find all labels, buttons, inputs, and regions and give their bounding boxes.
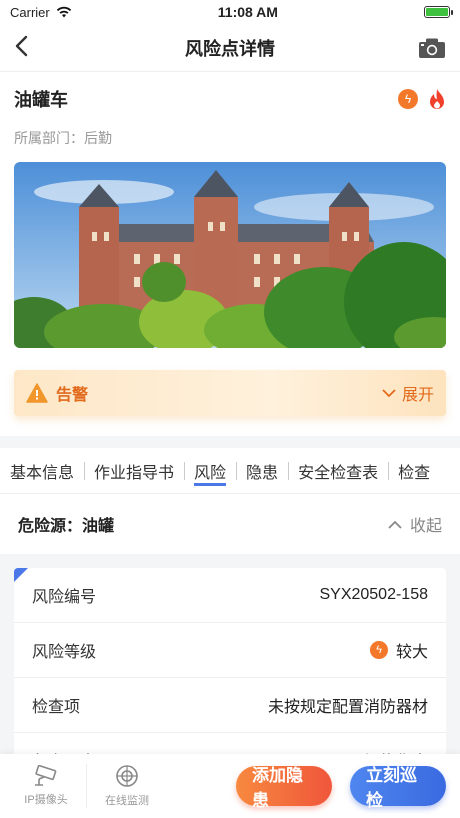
online-monitor-label: 在线监测: [105, 795, 149, 807]
camera-button[interactable]: [416, 37, 446, 59]
hazard-source-row: 危险源：油罐 收起: [0, 494, 460, 554]
tab-label: 安全检查表: [298, 464, 379, 482]
detail-value: 较大: [395, 644, 428, 661]
detail-value-wrap: ϟ 较大: [369, 638, 428, 662]
detail-value: SYX20502-158: [319, 586, 428, 603]
risk-badges: ϟ: [398, 88, 446, 110]
ip-camera-button[interactable]: IP摄像头: [6, 765, 86, 807]
collapse-button[interactable]: 收起: [388, 512, 442, 536]
bolt-icon: ϟ: [369, 641, 388, 659]
card-padding: [14, 416, 446, 436]
cctv-icon: [35, 765, 57, 786]
alert-bar[interactable]: 告警 展开: [14, 370, 446, 416]
risk-point-name: 油罐车: [14, 90, 68, 110]
castle-photo: [14, 162, 446, 348]
carrier-label: Carrier: [10, 4, 50, 20]
alert-expand-button[interactable]: 展开: [382, 381, 434, 405]
detail-row-check-item: 检查项 未按规定配置消防器材: [14, 678, 446, 733]
department-label: 所属部门：后勤: [14, 130, 112, 146]
status-bar: Carrier 11:08 AM: [0, 0, 460, 24]
alert-expand-label: 展开: [401, 387, 434, 404]
wifi-icon: [56, 6, 71, 18]
alert-left: 告警: [26, 381, 88, 405]
nav-bar: 风险点详情: [0, 24, 460, 72]
back-icon: [15, 35, 28, 56]
tab-label: 风险: [194, 464, 227, 486]
monitor-icon: [116, 765, 138, 787]
tab-work-guide[interactable]: 作业指导书: [84, 459, 184, 483]
detail-label: 检查项: [32, 699, 81, 716]
detail-value: 未按规定配置消防器材: [267, 699, 428, 716]
warning-icon: [26, 383, 48, 403]
title-row: 油罐车 ϟ: [14, 82, 446, 116]
corner-mark: [14, 568, 28, 582]
detail-label: 风险等级: [32, 644, 97, 661]
tab-inspection[interactable]: 检查: [388, 459, 440, 483]
risk-point-card: 油罐车 ϟ 所属部门：后勤 告警 展开: [0, 72, 460, 436]
detail-row-risk-id: 风险编号 SYX20502-158: [14, 568, 446, 623]
alert-label: 告警: [56, 387, 89, 404]
detail-label: 风险编号: [32, 589, 97, 606]
risk-point-photo: [14, 162, 446, 348]
collapse-label: 收起: [409, 518, 442, 535]
status-time: 11:08 AM: [217, 4, 278, 20]
bolt-icon: ϟ: [398, 89, 418, 109]
battery-fill: [425, 8, 448, 16]
tab-risk[interactable]: 风险: [184, 459, 236, 486]
patrol-now-button[interactable]: 立刻巡检: [350, 766, 446, 810]
page-title: 风险点详情: [185, 38, 275, 59]
add-hazard-button[interactable]: 添加隐患: [236, 766, 332, 810]
tab-label: 隐患: [246, 464, 279, 482]
battery-icon: [423, 6, 453, 18]
chevron-down-icon: [382, 388, 396, 397]
tab-safety-checklist[interactable]: 安全检查表: [288, 459, 388, 483]
status-left: Carrier: [10, 5, 72, 20]
flame-icon: [430, 89, 444, 109]
tab-basic-info[interactable]: 基本信息: [0, 459, 84, 483]
hazard-source-title: 危险源：油罐: [18, 518, 115, 535]
ip-camera-label: IP摄像头: [24, 794, 68, 806]
online-monitor-button[interactable]: 在线监测: [87, 764, 167, 808]
chevron-up-icon: [388, 520, 402, 529]
bottom-action-bar: IP摄像头 在线监测 添加隐患 立刻巡检: [0, 754, 460, 818]
camera-icon: [419, 38, 445, 58]
tab-hazard[interactable]: 隐患: [236, 459, 288, 483]
tab-label: 基本信息: [10, 464, 75, 482]
detail-row-risk-level: 风险等级 ϟ 较大: [14, 623, 446, 678]
tab-label: 检查: [398, 464, 431, 482]
tab-label: 作业指导书: [94, 464, 175, 482]
tab-strip: 基本信息 作业指导书 风险 隐患 安全检查表 检查: [0, 448, 460, 494]
back-button[interactable]: [14, 32, 44, 64]
